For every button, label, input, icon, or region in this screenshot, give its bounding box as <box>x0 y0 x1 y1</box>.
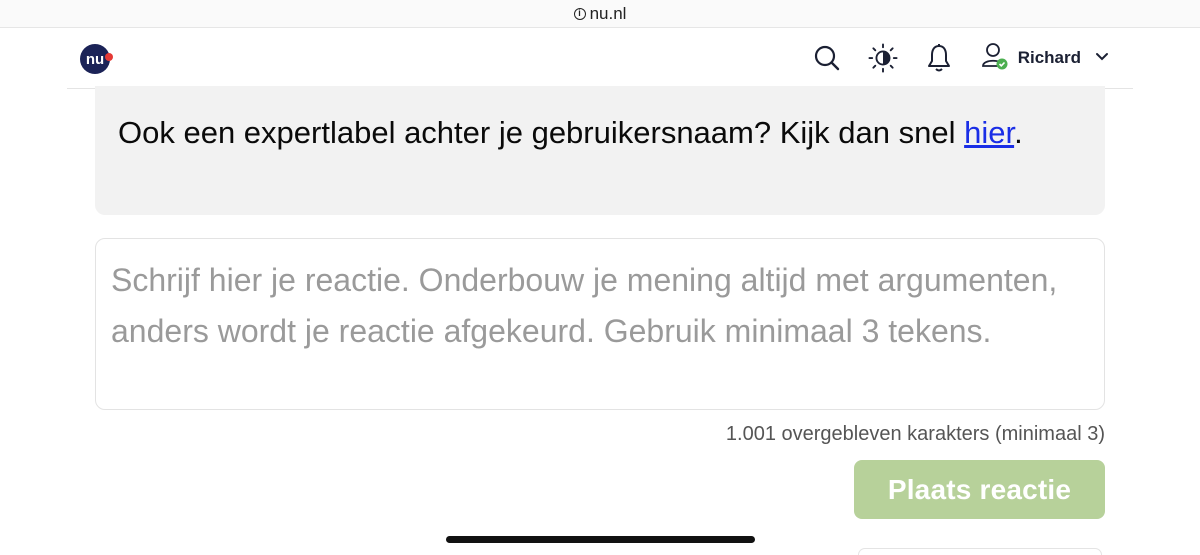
home-indicator[interactable] <box>446 536 755 543</box>
banner-link[interactable]: hier <box>964 115 1014 150</box>
site-header: nu Richard <box>67 29 1133 89</box>
browser-url-bar[interactable]: i nu.nl <box>0 0 1200 28</box>
url-display[interactable]: i nu.nl <box>573 3 627 24</box>
banner-suffix: . <box>1014 115 1023 150</box>
character-counter: 1.001 overgebleven karakters (minimaal 3… <box>725 423 1105 445</box>
header-actions: Richard <box>786 41 1109 75</box>
theme-toggle-icon[interactable] <box>868 43 898 73</box>
next-card-edge <box>858 548 1102 555</box>
comment-textarea[interactable] <box>111 255 1089 393</box>
expert-label-banner: Ook een expertlabel achter je gebruikers… <box>95 86 1105 215</box>
chevron-down-icon[interactable] <box>1095 49 1109 67</box>
info-icon: i <box>573 7 586 20</box>
submit-comment-button[interactable]: Plaats reactie <box>854 460 1105 519</box>
url-text: nu.nl <box>589 3 627 23</box>
svg-text:nu: nu <box>86 51 104 68</box>
user-name[interactable]: Richard <box>1018 48 1081 68</box>
banner-text: Ook een expertlabel achter je gebruikers… <box>118 115 965 150</box>
bell-icon[interactable] <box>924 43 954 73</box>
comment-field-container <box>95 238 1105 410</box>
user-menu[interactable]: Richard <box>981 42 1109 75</box>
search-icon[interactable] <box>812 43 842 73</box>
user-verified-icon <box>981 42 1008 75</box>
nu-logo-icon[interactable]: nu <box>79 42 115 76</box>
